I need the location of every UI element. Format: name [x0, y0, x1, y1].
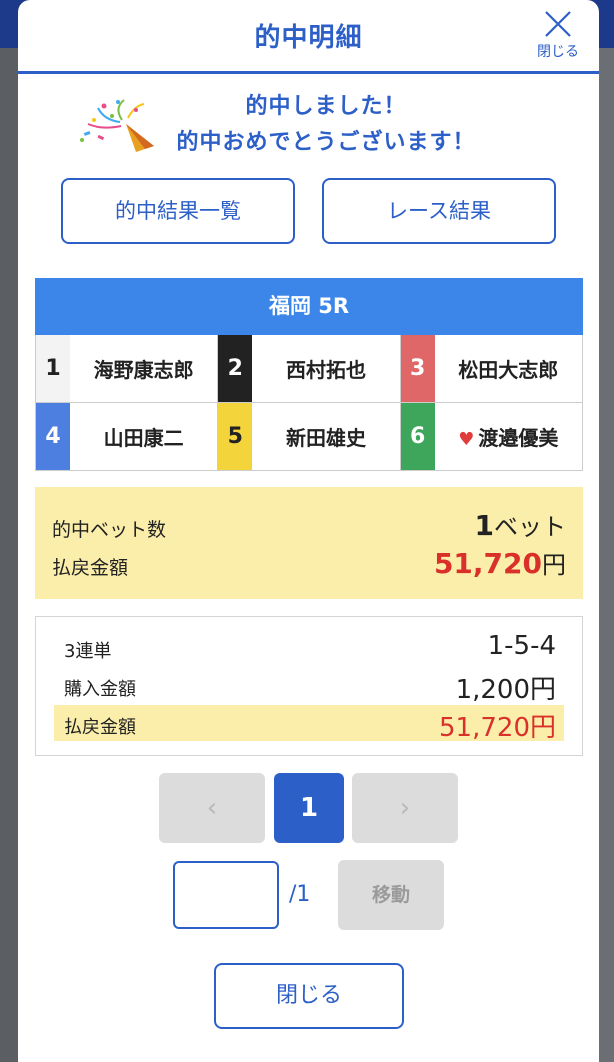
racer-cell: 5 新田雄史: [218, 403, 401, 471]
payout-value: 51,720円: [434, 545, 566, 580]
bets-value: 1ベット: [475, 507, 566, 542]
modal-header: 的中明細 閉じる: [18, 0, 599, 74]
bets-unit: ベット: [494, 513, 566, 541]
party-popper-icon: [80, 99, 154, 152]
detail-payout-label: 払戻金額: [64, 717, 136, 738]
race-title: 福岡 5R: [35, 278, 583, 335]
racer-name-wrap: 海野康志郎: [70, 354, 217, 383]
racer-number: 1: [36, 335, 70, 402]
racer-number: 5: [218, 403, 253, 470]
racer-number: 3: [400, 335, 435, 402]
page-number-input[interactable]: [173, 861, 279, 929]
move-button[interactable]: 移動: [338, 860, 444, 930]
racer-name: 渡邉優美: [478, 426, 559, 450]
racer-name: 新田雄史: [285, 426, 366, 450]
close-x-label: 閉じる: [537, 44, 579, 60]
heart-icon: ♥: [458, 429, 475, 450]
purchase-row: 購入金額 1,200円: [54, 667, 564, 705]
racer-cell: 3 松田大志郎: [400, 335, 583, 403]
race-info: 福岡 5R 1 海野康志郎 2 西村拓也 3 松田大志郎 4 山田康二 5 新田雄史 6 ♥ 渡邉優美: [35, 278, 583, 471]
bet-type-label: 3連単: [64, 641, 112, 662]
payout-unit: 円: [542, 551, 566, 579]
background-left: [0, 48, 18, 1062]
page-total: /1: [289, 882, 311, 907]
next-page-button[interactable]: ›: [352, 773, 458, 843]
payout-amount: 51,720: [433, 547, 542, 580]
racer-name: 西村拓也: [285, 358, 366, 382]
racer-number: 2: [218, 335, 253, 402]
hit-summary: 的中ベット数 1ベット 払戻金額 51,720円: [35, 487, 583, 599]
racer-name-wrap: 西村拓也: [252, 354, 399, 383]
racer-name: 山田康二: [103, 426, 184, 450]
racer-cell: 4 山田康二: [36, 403, 219, 471]
racer-name-wrap: 山田康二: [70, 422, 217, 451]
racer-cell: 1 海野康志郎: [36, 335, 219, 403]
purchase-value: 1,200円: [455, 675, 556, 705]
racer-name-wrap: ♥ 渡邉優美: [435, 422, 582, 451]
racer-name: 海野康志郎: [93, 358, 194, 382]
race-results-button[interactable]: レース結果: [322, 178, 556, 244]
bets-count: 1: [474, 509, 494, 542]
racer-name-wrap: 新田雄史: [252, 422, 399, 451]
detail-payout-row: 払戻金額 51,720円: [54, 705, 564, 743]
racer-name-wrap: 松田大志郎: [435, 354, 582, 383]
racer-number: 6: [400, 403, 435, 470]
purchase-label: 購入金額: [64, 679, 136, 700]
hit-results-button[interactable]: 的中結果一覧: [61, 178, 295, 244]
bet-type-row: 3連単 1-5-4: [54, 629, 564, 665]
racer-grid: 1 海野康志郎 2 西村拓也 3 松田大志郎 4 山田康二 5 新田雄史 6 ♥ 渡邉優美: [35, 335, 583, 471]
prev-page-button[interactable]: ‹: [159, 773, 265, 843]
payout-label: 払戻金額: [52, 557, 129, 579]
bets-label: 的中ベット数: [52, 519, 167, 541]
current-page-button[interactable]: 1: [274, 773, 344, 843]
congrats-line-2: 的中おめでとうございます！: [176, 130, 476, 155]
racer-cell: 6 ♥ 渡邉優美: [400, 403, 583, 471]
close-icon: [545, 11, 571, 37]
background-right: [598, 48, 614, 1062]
racer-number: 4: [36, 403, 70, 470]
hit-detail-modal: 的中明細 閉じる 的中しました！ 的中おめでとうございます！ 的中結果一覧 レー…: [18, 0, 599, 1062]
detail-payout-value: 51,720円: [439, 713, 556, 743]
congrats-banner: 的中しました！ 的中おめでとうございます！: [18, 90, 599, 160]
racer-name: 松田大志郎: [458, 358, 559, 382]
bet-combination: 1-5-4: [487, 631, 556, 661]
payout-row: 払戻金額 51,720円: [52, 545, 566, 581]
close-x-button[interactable]: 閉じる: [531, 6, 585, 66]
racer-cell: 2 西村拓也: [218, 335, 401, 403]
congrats-line-1: 的中しました！: [245, 94, 407, 119]
bet-detail: 3連単 1-5-4 購入金額 1,200円 払戻金額 51,720円: [35, 616, 583, 756]
modal-title: 的中明細: [254, 23, 363, 53]
close-button[interactable]: 閉じる: [214, 963, 404, 1029]
bets-row: 的中ベット数 1ベット: [52, 507, 566, 543]
